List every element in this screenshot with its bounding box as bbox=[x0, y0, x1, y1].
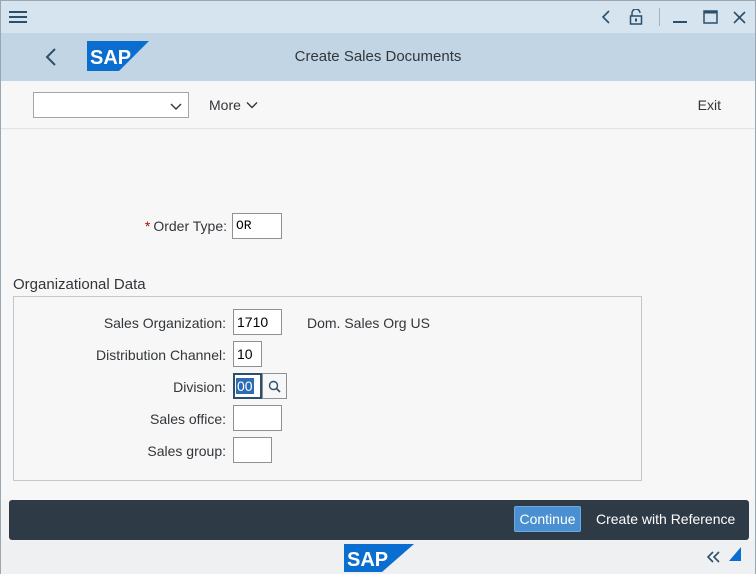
division-input[interactable]: 00 bbox=[233, 373, 262, 399]
organizational-data-group: Sales Organization: 1710 Dom. Sales Org … bbox=[13, 296, 642, 481]
sap-logo: SAP bbox=[87, 41, 149, 71]
double-chevron-left-icon[interactable] bbox=[706, 550, 721, 568]
sales-group-input[interactable] bbox=[233, 437, 272, 463]
sales-org-input[interactable]: 1710 bbox=[233, 309, 282, 335]
toolbar: More Exit bbox=[1, 81, 755, 129]
menu-icon[interactable] bbox=[7, 5, 29, 29]
sales-org-description: Dom. Sales Org US bbox=[307, 315, 430, 331]
status-bar: SAP bbox=[1, 541, 755, 574]
dist-channel-label: Distribution Channel: bbox=[96, 347, 226, 363]
continue-button[interactable]: Continue bbox=[514, 506, 581, 532]
more-button[interactable]: More bbox=[209, 94, 258, 116]
value-help-button[interactable] bbox=[262, 373, 287, 399]
division-label: Division: bbox=[173, 379, 226, 395]
svg-text:SAP: SAP bbox=[347, 549, 388, 571]
command-dropdown[interactable] bbox=[33, 92, 189, 118]
unlock-icon[interactable] bbox=[627, 5, 645, 29]
chevron-left-icon[interactable] bbox=[597, 5, 615, 29]
more-label: More bbox=[209, 97, 241, 113]
sap-window: Create Sales Documents SAP More Exit * Or… bbox=[0, 0, 756, 574]
minimize-icon[interactable] bbox=[671, 5, 689, 29]
value-help-icon bbox=[268, 380, 281, 393]
title-bar bbox=[1, 1, 755, 33]
create-with-reference-button[interactable]: Create with Reference bbox=[596, 506, 735, 532]
sales-office-label: Sales office: bbox=[149, 411, 226, 427]
shell-header: Create Sales Documents SAP bbox=[1, 33, 755, 81]
svg-text:SAP: SAP bbox=[90, 47, 131, 69]
close-icon[interactable] bbox=[730, 5, 748, 29]
division-selected-text: 00 bbox=[236, 378, 254, 394]
sap-logo: SAP bbox=[344, 544, 414, 572]
sales-office-input[interactable] bbox=[233, 405, 282, 431]
chevron-down-icon bbox=[246, 101, 258, 108]
sales-group-label: Sales group: bbox=[147, 443, 226, 459]
maximize-icon[interactable] bbox=[701, 5, 719, 29]
exit-button[interactable]: Exit bbox=[698, 94, 721, 116]
back-icon[interactable] bbox=[39, 45, 63, 69]
resize-triangle-icon[interactable] bbox=[729, 547, 741, 566]
section-title: Organizational Data bbox=[13, 276, 146, 293]
footer-action-bar: Continue Create with Reference bbox=[9, 500, 749, 540]
chevron-down-icon bbox=[170, 99, 182, 117]
required-indicator: * bbox=[144, 218, 151, 234]
dist-channel-input[interactable]: 10 bbox=[233, 341, 262, 367]
titlebar-separator bbox=[659, 8, 660, 26]
order-type-input[interactable]: OR bbox=[232, 213, 282, 239]
sales-org-label: Sales Organization: bbox=[103, 315, 226, 331]
main-content: * Order Type: OR Organizational Data Sale… bbox=[1, 130, 755, 500]
order-type-label: * Order Type: bbox=[144, 218, 227, 234]
